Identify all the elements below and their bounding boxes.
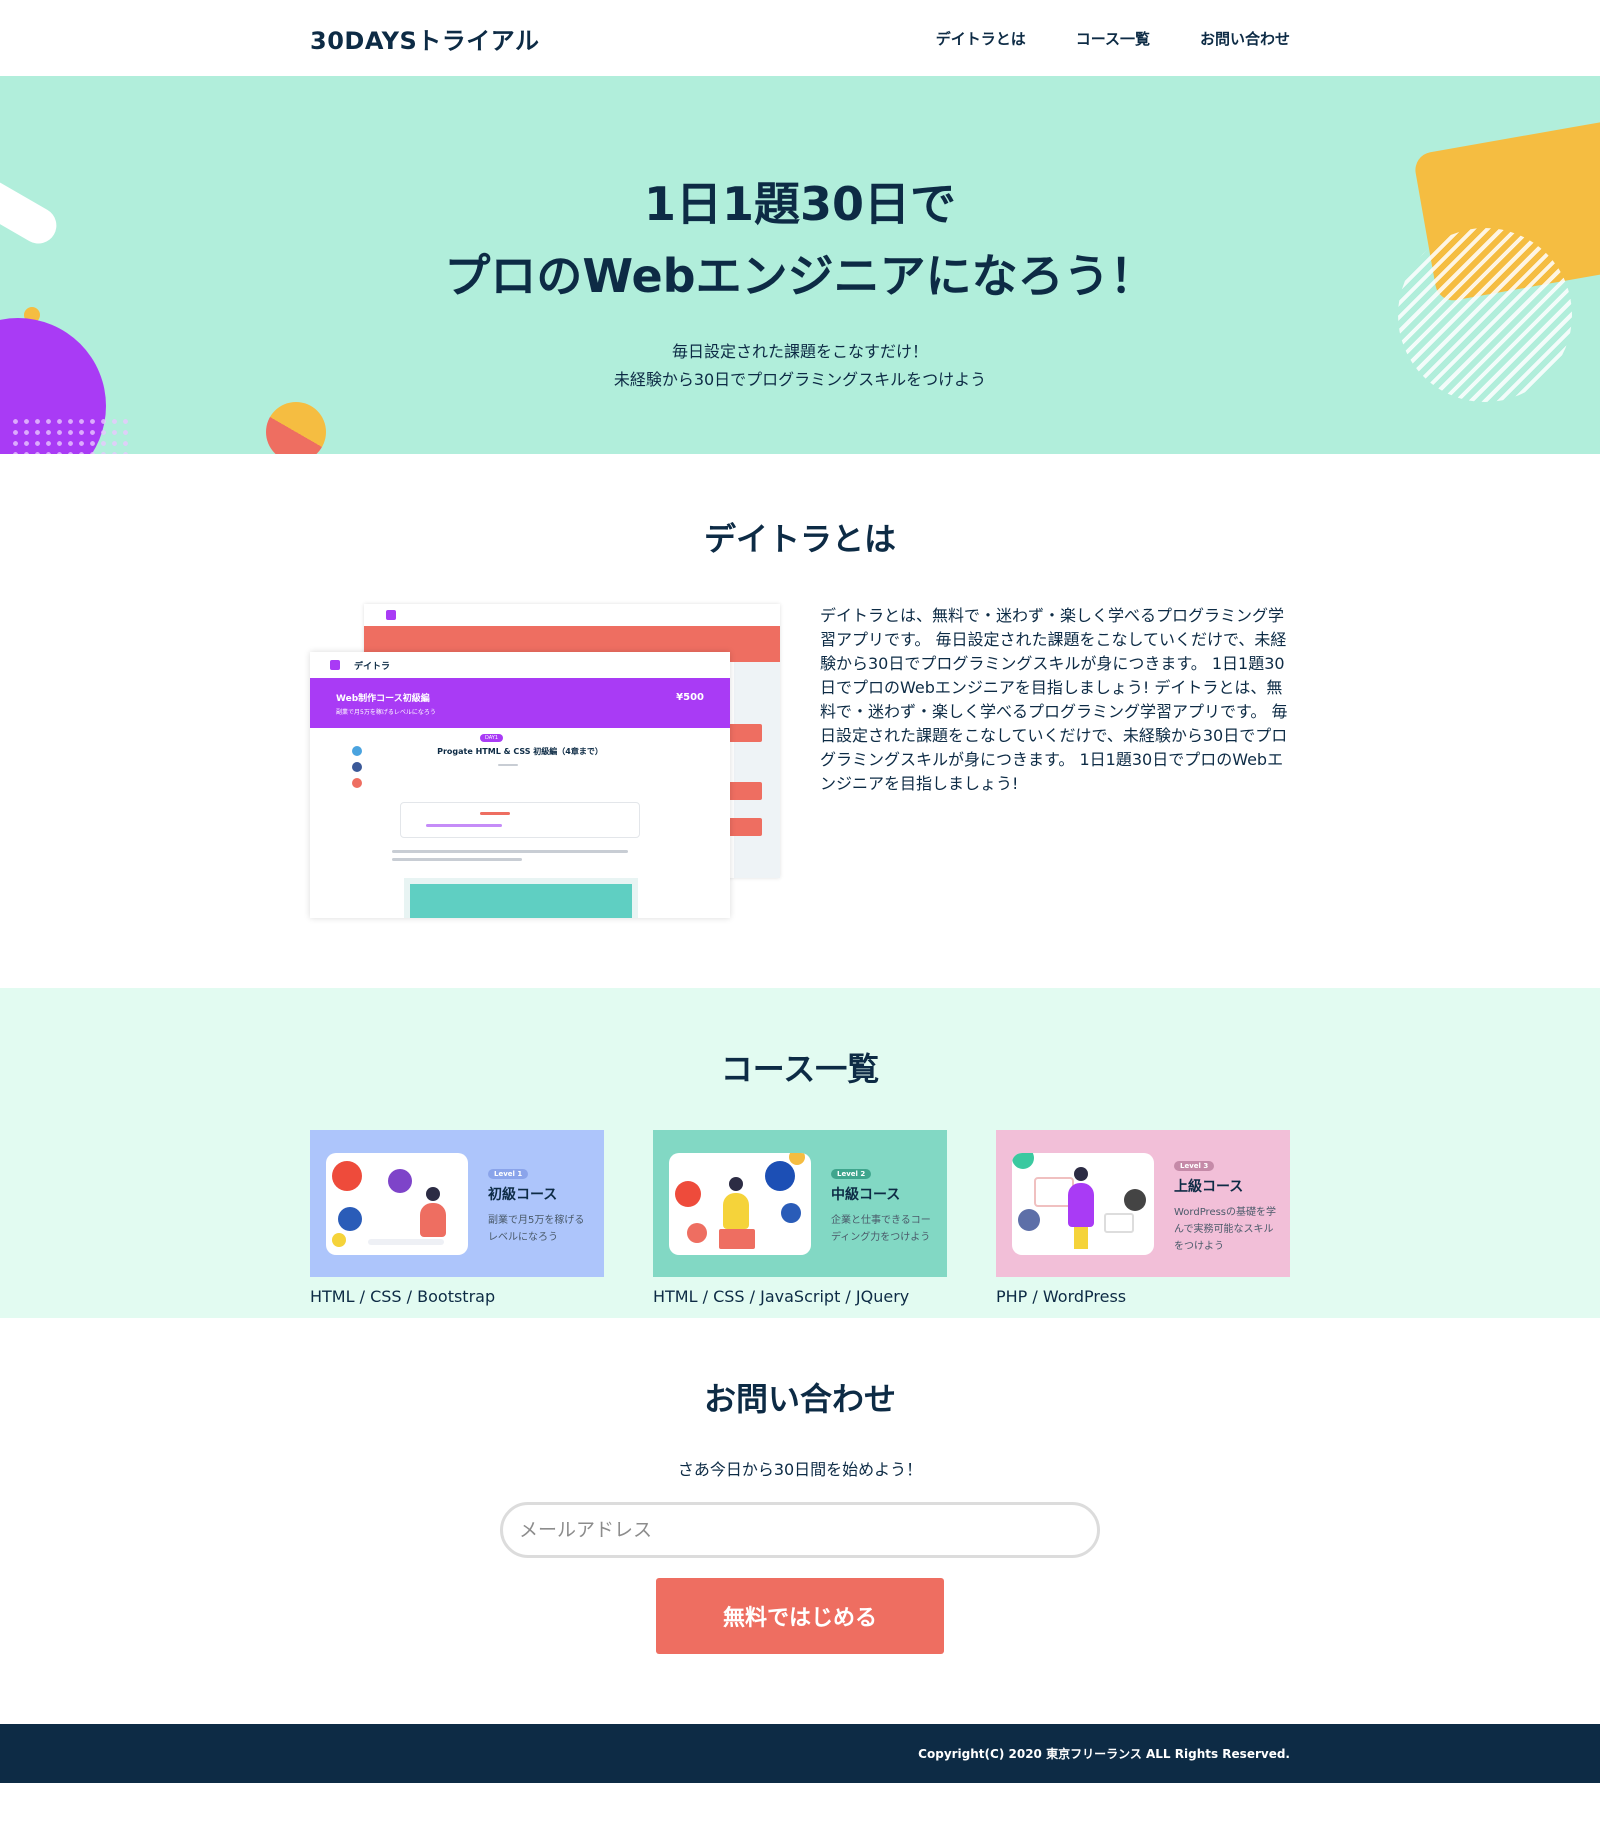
hero-subtitle-line2: 未経験から30日でプログラミングスキルをつけよう	[613, 370, 987, 389]
mock-course-sub: 副業で月5万を稼げるレベルになろう	[336, 708, 436, 716]
site-footer: Copyright(C) 2020 東京フリーランス ALL Rights Re…	[0, 1724, 1600, 1783]
js-badge-icon	[687, 1222, 707, 1243]
link-icon	[352, 778, 362, 788]
contact-lead: さあ今日から30日間を始めよう！	[677, 1460, 923, 1479]
hero-title: 1日1題30日で プロのWebエンジニアになろう！	[0, 76, 1600, 312]
courses-section: コース一覧 Level 1 初級コース 副業で月5万を稼げるレベルになろう HT…	[0, 988, 1600, 1318]
mock-day-badge: DAY1	[480, 734, 504, 742]
course-item-advanced[interactable]: Level 3 上級コース WordPressの基礎を学んで実務可能なスキルをつ…	[996, 1130, 1290, 1306]
decor-split-circle	[266, 402, 326, 454]
app-brand-label: デイトラ	[354, 661, 391, 672]
course-illustration	[326, 1152, 468, 1255]
course-description: 企業と仕事できるコーディング力をつけよう	[831, 1215, 931, 1243]
course-tags: HTML / CSS / Bootstrap	[310, 1287, 496, 1306]
decor-dot-pattern	[10, 416, 130, 454]
jquery-badge-icon	[765, 1160, 795, 1191]
course-description: 副業で月5万を稼げるレベルになろう	[488, 1215, 585, 1243]
facebook-icon	[352, 762, 362, 772]
course-item-beginner[interactable]: Level 1 初級コース 副業で月5万を稼げるレベルになろう HTML / C…	[310, 1130, 604, 1306]
html-badge-icon	[675, 1180, 701, 1207]
course-card[interactable]: Level 2 中級コース 企業と仕事できるコーディング力をつけよう	[653, 1130, 947, 1277]
css-badge-icon	[338, 1206, 362, 1231]
app-logo-icon	[330, 660, 340, 670]
course-name: 初級コース	[488, 1187, 558, 1203]
html-badge-icon	[332, 1160, 362, 1191]
copyright-text: Copyright(C) 2020 東京フリーランス ALL Rights Re…	[918, 1747, 1290, 1761]
star-icon	[332, 1232, 346, 1247]
course-description: WordPressの基礎を学んで実務可能なスキルをつけよう	[1174, 1206, 1277, 1252]
hero-title-line2: プロのWebエンジニアになろう！	[444, 249, 1156, 303]
about-section: デイトラとは デイトラ Web制作コース初級編 副業で月5万を稼げるレベルになろ…	[0, 454, 1600, 988]
courses-title: コース一覧	[720, 1050, 880, 1088]
mock-price: ¥500	[676, 692, 704, 703]
app-logo-icon	[386, 610, 396, 620]
course-card[interactable]: Level 3 上級コース WordPressの基礎を学んで実務可能なスキルをつ…	[996, 1130, 1290, 1277]
course-list: Level 1 初級コース 副業で月5万を稼げるレベルになろう HTML / C…	[310, 1130, 1290, 1306]
about-description: デイトラとは、無料で・迷わず・楽しく学べるプログラミング学習アプリです。 毎日設…	[820, 606, 1288, 793]
course-level-badge: Level 3	[1174, 1160, 1215, 1171]
start-free-button[interactable]: 無料ではじめる	[656, 1578, 944, 1654]
course-tags: HTML / CSS / JavaScript / JQuery	[653, 1287, 910, 1306]
leaf-icon	[1012, 1152, 1034, 1169]
contact-title: お問い合わせ	[703, 1380, 896, 1418]
course-name: 上級コース	[1174, 1178, 1244, 1195]
person-figure	[1068, 1182, 1094, 1227]
site-logo[interactable]: 30DAYSトライアル	[310, 21, 540, 56]
nav-link-contact[interactable]: お問い合わせ	[1200, 28, 1290, 49]
course-level-badge: Level 1	[488, 1169, 529, 1179]
course-card[interactable]: Level 1 初級コース 副業で月5万を稼げるレベルになろう	[310, 1130, 604, 1277]
mock-course-title: Web制作コース初級編	[336, 693, 430, 704]
site-header: 30DAYSトライアル デイトラとは コース一覧 お問い合わせ	[0, 0, 1600, 76]
nav-link-about[interactable]: デイトラとは	[936, 28, 1026, 49]
person-figure	[723, 1192, 749, 1229]
course-level-badge: Level 2	[831, 1169, 872, 1179]
course-illustration	[669, 1152, 811, 1255]
course-item-intermediate[interactable]: Level 2 中級コース 企業と仕事できるコーディング力をつけよう HTML …	[653, 1130, 947, 1306]
hero-title-line1: 1日1題30日で	[643, 177, 957, 231]
course-illustration	[1012, 1152, 1154, 1255]
main-nav: デイトラとは コース一覧 お問い合わせ	[936, 28, 1290, 49]
mock-lesson-title: Progate HTML & CSS 初級編（4章まで）	[437, 747, 603, 756]
nav-link-courses[interactable]: コース一覧	[1076, 28, 1150, 49]
wordpress-badge-icon	[1124, 1188, 1146, 1211]
course-name: 中級コース	[831, 1187, 901, 1203]
contact-section: お問い合わせ さあ今日から30日間を始めよう！ 無料ではじめる	[0, 1318, 1600, 1724]
bootstrap-badge-icon	[388, 1168, 412, 1193]
screenshot-front-page: デイトラ Web制作コース初級編 副業で月5万を稼げるレベルになろう ¥500 …	[310, 652, 730, 918]
app-screenshot: デイトラ Web制作コース初級編 副業で月5万を稼げるレベルになろう ¥500 …	[310, 604, 780, 918]
hero-subtitle-line1: 毎日設定された課題をこなすだけ！	[671, 342, 928, 361]
email-field[interactable]	[500, 1502, 1100, 1558]
css-badge-icon	[781, 1202, 801, 1223]
course-tags: PHP / WordPress	[996, 1287, 1127, 1306]
about-title: デイトラとは	[703, 520, 896, 558]
php-badge-icon	[1018, 1208, 1040, 1231]
twitter-icon	[352, 746, 362, 756]
person-figure	[420, 1202, 446, 1237]
hero-subtitle: 毎日設定された課題をこなすだけ！ 未経験から30日でプログラミングスキルをつけよ…	[0, 338, 1600, 394]
hero-section: 1日1題30日で プロのWebエンジニアになろう！ 毎日設定された課題をこなすだ…	[0, 76, 1600, 454]
